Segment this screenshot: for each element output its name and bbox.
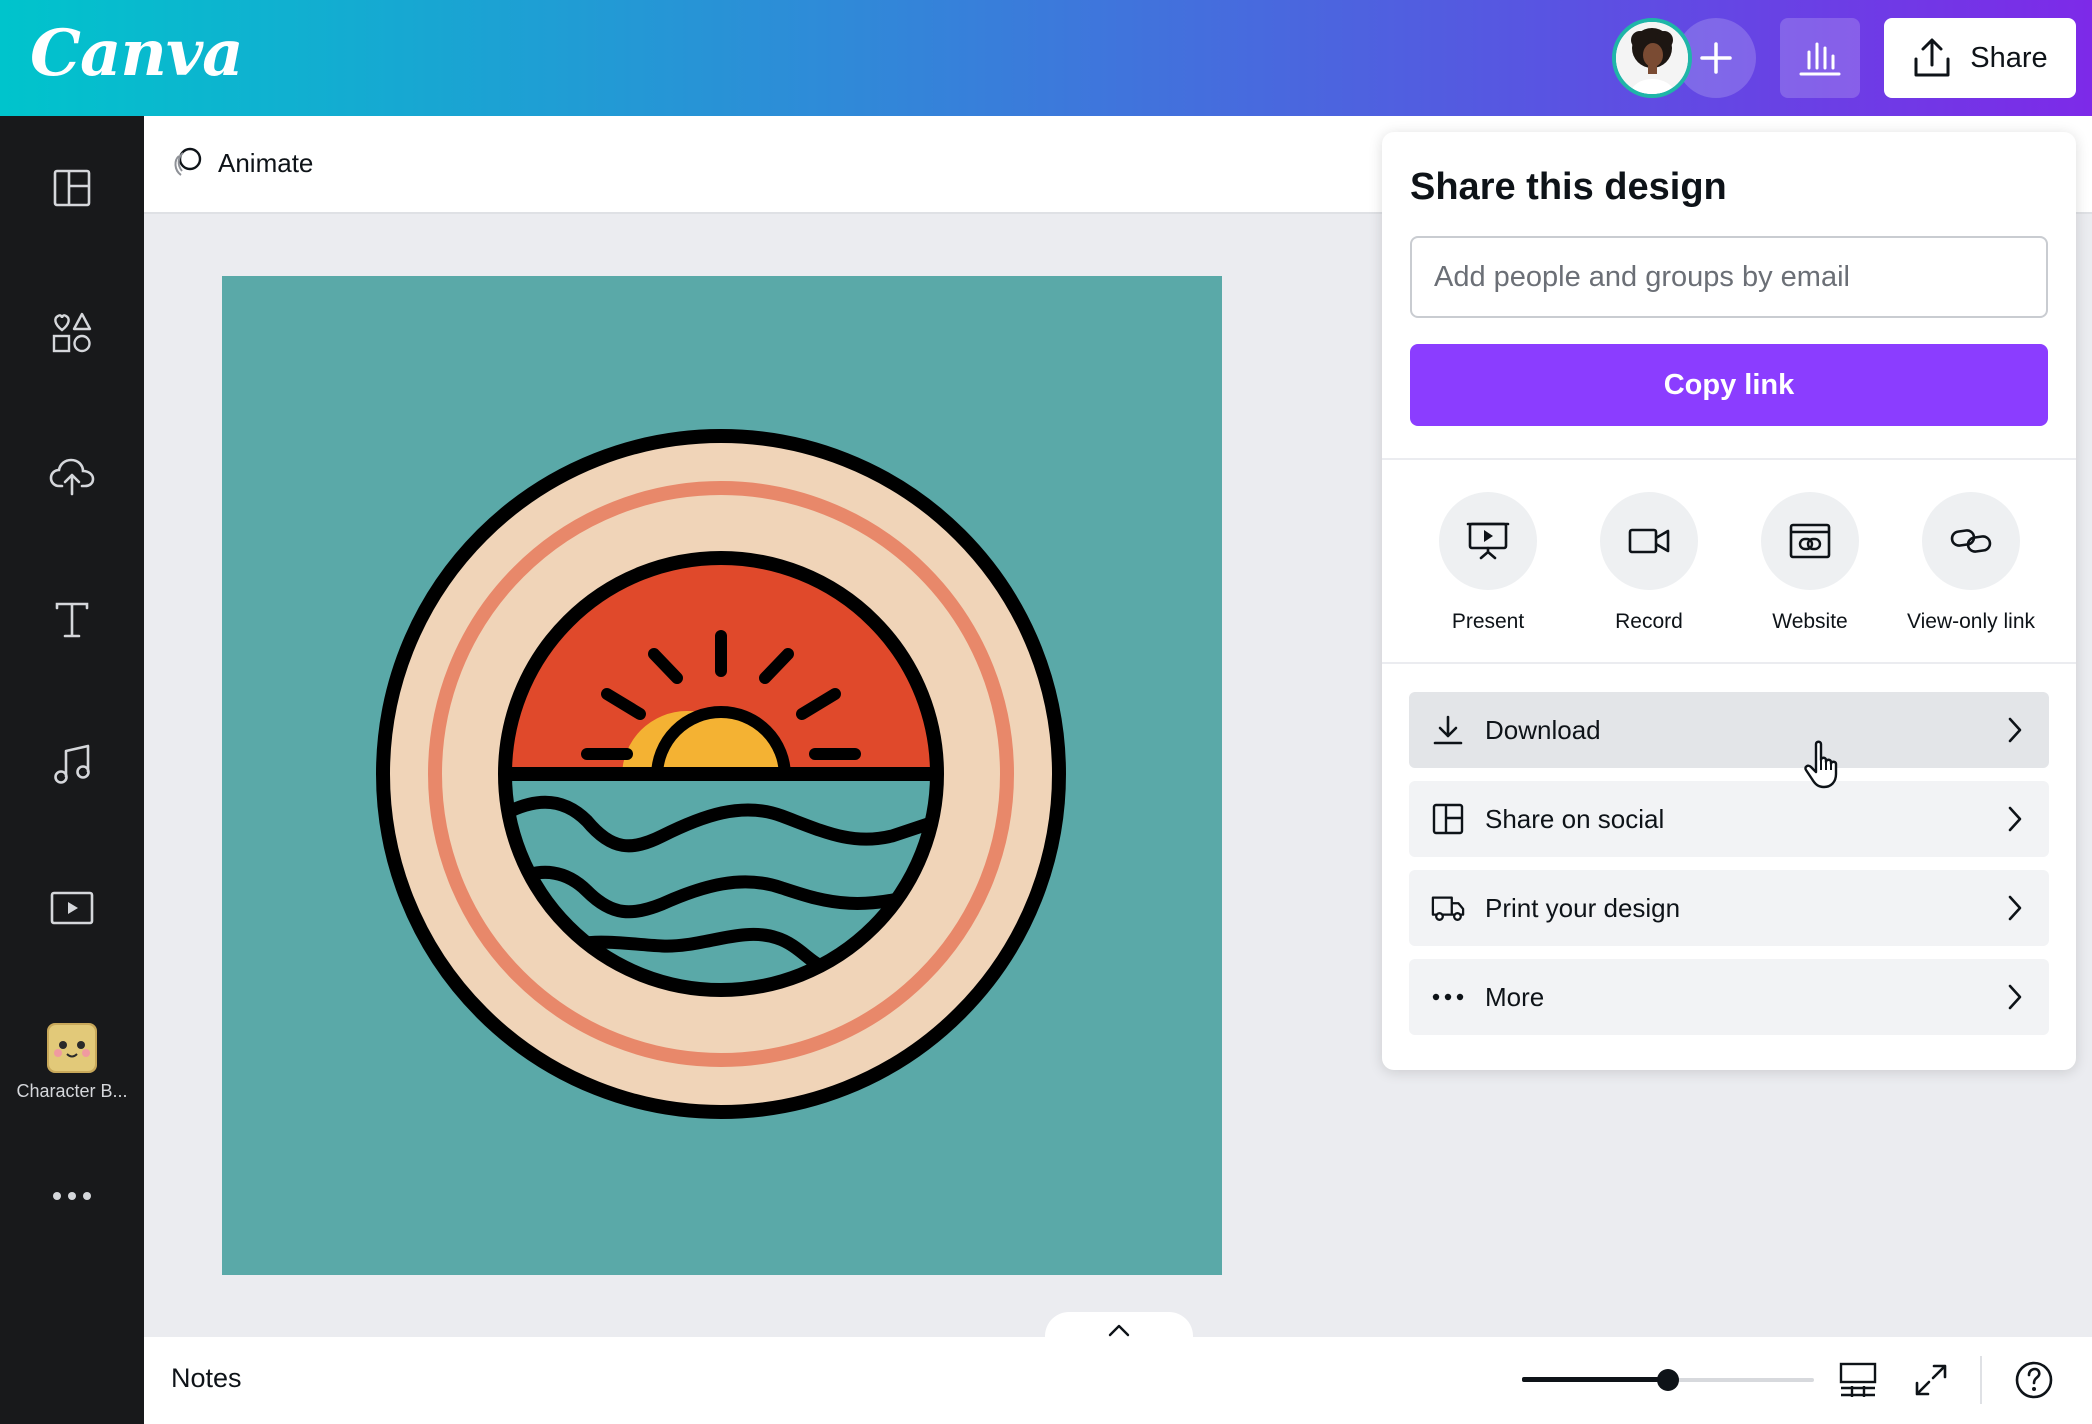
animate-icon bbox=[174, 147, 202, 176]
top-bar: Canva Share bbox=[0, 0, 2092, 116]
share-button-label: Share bbox=[1970, 41, 2048, 74]
chevron-right-icon bbox=[2008, 895, 2022, 921]
panel-divider bbox=[1382, 458, 2076, 460]
sidebar-item-videos[interactable] bbox=[0, 858, 144, 958]
design-page[interactable] bbox=[222, 276, 1222, 1275]
animate-button[interactable]: Animate bbox=[170, 146, 313, 180]
copy-link-button[interactable]: Copy link bbox=[1410, 344, 2048, 426]
sidebar-item-elements[interactable] bbox=[0, 282, 144, 382]
bottom-bar-divider bbox=[1980, 1356, 1982, 1404]
bar-chart-icon bbox=[1799, 42, 1841, 76]
sidebar-item-audio[interactable] bbox=[0, 714, 144, 814]
share-option-view-only-link[interactable]: View-only link bbox=[1891, 492, 2051, 634]
more-label: More bbox=[1485, 981, 1545, 1012]
view-only-link-button[interactable] bbox=[1922, 492, 2020, 590]
record-button[interactable] bbox=[1600, 492, 1698, 590]
ellipsis-icon bbox=[1432, 993, 1464, 1001]
elements-icon bbox=[52, 312, 92, 353]
chevron-up-icon bbox=[1108, 1324, 1130, 1337]
fullscreen-button[interactable] bbox=[1907, 1356, 1955, 1404]
insights-button[interactable] bbox=[1780, 18, 1860, 98]
truck-icon bbox=[1431, 896, 1465, 921]
chevron-right-icon bbox=[2008, 984, 2022, 1010]
help-icon bbox=[2015, 1361, 2053, 1399]
avatar-image bbox=[1616, 22, 1688, 94]
present-button[interactable] bbox=[1439, 492, 1537, 590]
sidebar-item-character-builder[interactable]: Character B... bbox=[0, 1002, 144, 1122]
download-row[interactable]: Download bbox=[1409, 692, 2049, 768]
print-your-design-label: Print your design bbox=[1485, 892, 1681, 923]
sidebar-item-uploads[interactable] bbox=[0, 426, 144, 526]
record-icon bbox=[1628, 528, 1670, 554]
share-panel: Share this design Copy link Present Reco… bbox=[1382, 132, 2076, 1070]
expand-icon bbox=[1915, 1364, 1947, 1396]
audio-icon bbox=[54, 744, 90, 784]
hand-cursor-icon bbox=[1804, 740, 1838, 789]
videos-icon bbox=[50, 891, 94, 925]
download-label: Download bbox=[1485, 714, 1601, 745]
help-button[interactable] bbox=[2010, 1356, 2058, 1404]
website-button[interactable] bbox=[1761, 492, 1859, 590]
uploads-icon bbox=[49, 458, 95, 496]
zoom-slider-handle[interactable] bbox=[1657, 1369, 1679, 1391]
more-row[interactable]: More bbox=[1409, 959, 2049, 1035]
zoom-slider-fill bbox=[1522, 1377, 1668, 1382]
sunset-badge-graphic[interactable] bbox=[222, 276, 1222, 1275]
sidebar-item-templates[interactable] bbox=[0, 138, 144, 238]
grid-view-button[interactable] bbox=[1834, 1356, 1882, 1404]
sidebar-item-more[interactable] bbox=[0, 1146, 144, 1246]
notes-button[interactable]: Notes bbox=[171, 1363, 242, 1394]
link-icon bbox=[1950, 529, 1992, 553]
website-icon bbox=[1789, 523, 1831, 559]
share-social-icon bbox=[1432, 803, 1464, 835]
share-panel-title: Share this design bbox=[1410, 166, 1727, 208]
templates-icon bbox=[53, 169, 91, 207]
user-avatar[interactable] bbox=[1612, 18, 1692, 98]
present-label: Present bbox=[1451, 610, 1525, 633]
show-pages-toggle[interactable] bbox=[1045, 1312, 1193, 1348]
share-upload-icon bbox=[1914, 38, 1950, 77]
download-icon bbox=[1433, 715, 1463, 745]
view-only-link-label: View-only link bbox=[1907, 610, 2035, 633]
panel-divider bbox=[1382, 662, 2076, 664]
chevron-right-icon bbox=[2008, 806, 2022, 832]
share-button[interactable]: Share bbox=[1884, 18, 2076, 98]
share-on-social-label: Share on social bbox=[1485, 803, 1665, 834]
share-option-present[interactable]: Present bbox=[1408, 492, 1568, 634]
website-label: Website bbox=[1772, 610, 1848, 633]
sidebar-item-label: Character B... bbox=[16, 1080, 128, 1101]
character-builder-icon bbox=[47, 1022, 97, 1073]
sidebar-item-text[interactable] bbox=[0, 570, 144, 670]
add-people-email-input[interactable] bbox=[1410, 236, 2048, 318]
more-icon bbox=[53, 1192, 91, 1200]
grid-view-icon bbox=[1839, 1362, 1877, 1397]
present-icon bbox=[1466, 522, 1510, 560]
record-label: Record bbox=[1615, 610, 1683, 633]
share-option-record[interactable]: Record bbox=[1569, 492, 1729, 634]
animate-label: Animate bbox=[218, 147, 314, 178]
share-option-website[interactable]: Website bbox=[1730, 492, 1890, 634]
print-your-design-row[interactable]: Print your design bbox=[1409, 870, 2049, 946]
share-on-social-row[interactable]: Share on social bbox=[1409, 781, 2049, 857]
chevron-right-icon bbox=[2008, 717, 2022, 743]
text-icon bbox=[55, 602, 89, 638]
plus-icon bbox=[1700, 42, 1732, 74]
canva-logo[interactable]: Canva bbox=[30, 16, 244, 91]
